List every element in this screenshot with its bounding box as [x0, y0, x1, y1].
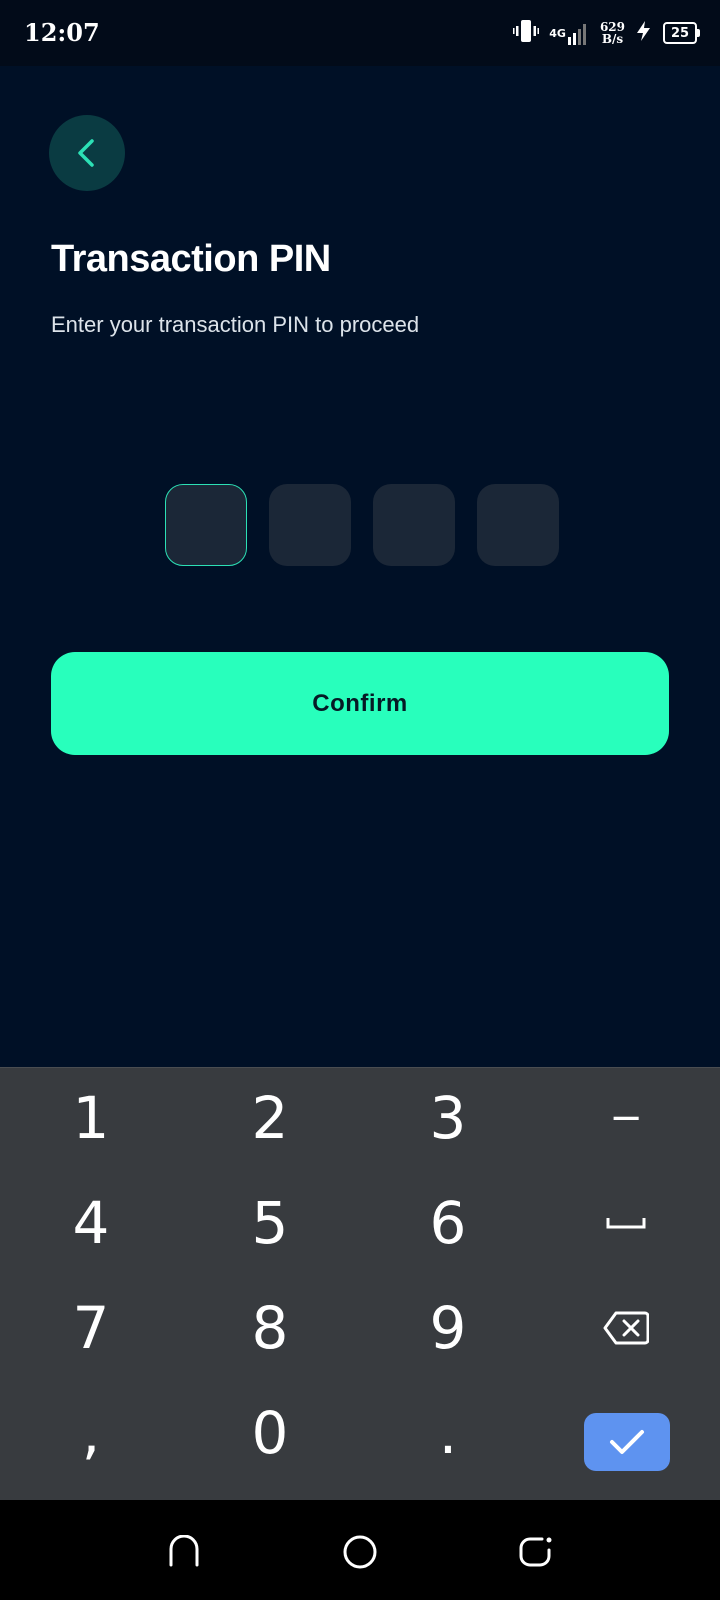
key-3[interactable]: 3: [383, 1068, 513, 1168]
network-type: 4G: [549, 27, 566, 40]
key-done[interactable]: [584, 1413, 670, 1471]
key-2[interactable]: 2: [205, 1068, 335, 1168]
pin-digit-1[interactable]: [165, 484, 247, 566]
numeric-keyboard: 1 2 3 − 4 5 6 7 8 9 , 0 .: [0, 1067, 720, 1501]
status-icons: 4G 629 B/s 25: [513, 16, 700, 50]
battery-icon: 25: [663, 22, 700, 44]
pin-digit-3[interactable]: [373, 484, 455, 566]
chevron-left-icon: [78, 139, 94, 167]
key-dot[interactable]: .: [383, 1383, 513, 1483]
key-8[interactable]: 8: [205, 1278, 335, 1378]
speed-unit: B/s: [601, 32, 624, 46]
backspace-icon: [603, 1311, 649, 1345]
nav-recents-button[interactable]: [162, 1530, 206, 1574]
pin-digit-2[interactable]: [269, 484, 351, 566]
home-icon: [343, 1535, 377, 1569]
key-0[interactable]: 0: [205, 1383, 335, 1483]
key-1[interactable]: 1: [26, 1068, 156, 1168]
system-nav-bar: [0, 1500, 720, 1600]
vibrate-icon: [513, 18, 540, 49]
key-backspace[interactable]: [561, 1278, 691, 1378]
back-icon: [519, 1537, 552, 1567]
charging-icon: [635, 20, 653, 47]
page-subtitle: Enter your transaction PIN to proceed: [51, 312, 420, 337]
network-speed: 629 B/s: [600, 21, 625, 45]
pin-digit-4[interactable]: [477, 484, 559, 566]
key-space[interactable]: [561, 1173, 691, 1273]
status-bar: 12:07 4G 629 B/s 25: [0, 0, 720, 66]
battery-level: 25: [663, 22, 697, 44]
signal-icon: 4G: [549, 21, 590, 45]
key-minus[interactable]: −: [561, 1068, 691, 1168]
key-6[interactable]: 6: [383, 1173, 513, 1273]
nav-back-button[interactable]: [514, 1530, 558, 1574]
key-9[interactable]: 9: [383, 1278, 513, 1378]
key-5[interactable]: 5: [205, 1173, 335, 1273]
pin-input-group: [165, 484, 559, 566]
page-title: Transaction PIN: [51, 238, 331, 280]
space-icon: [606, 1218, 646, 1229]
nav-home-button[interactable]: [338, 1530, 382, 1574]
confirm-button[interactable]: Confirm: [51, 652, 669, 755]
recents-icon: [169, 1535, 199, 1567]
check-icon: [610, 1430, 644, 1454]
key-4[interactable]: 4: [26, 1173, 156, 1273]
back-button[interactable]: [49, 115, 125, 191]
key-7[interactable]: 7: [26, 1278, 156, 1378]
key-comma[interactable]: ,: [26, 1383, 156, 1483]
status-time: 12:07: [24, 18, 100, 47]
